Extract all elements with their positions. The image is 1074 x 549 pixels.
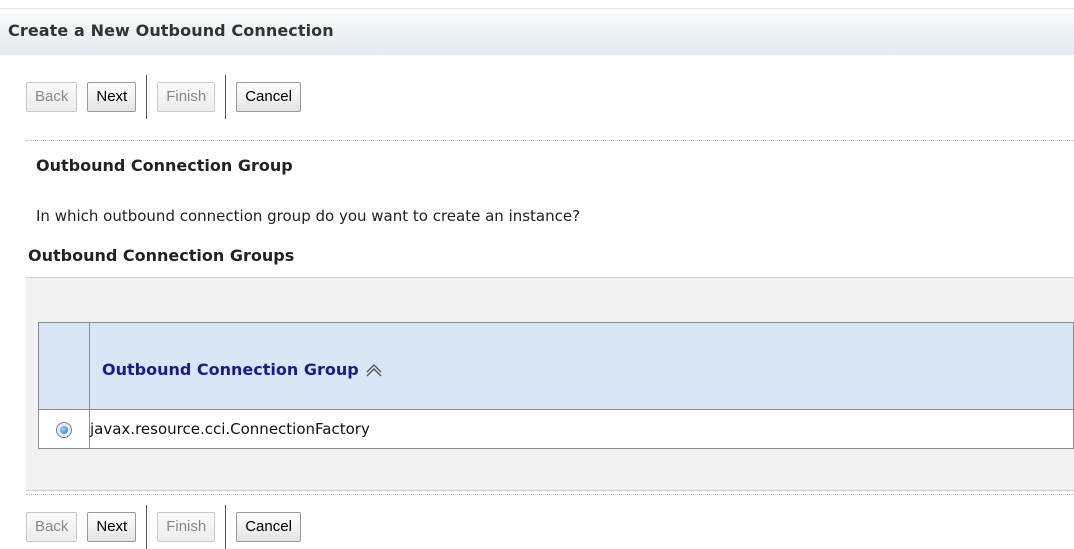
divider xyxy=(26,140,1074,141)
divider xyxy=(26,494,1074,495)
cancel-button[interactable]: Cancel xyxy=(236,82,301,112)
button-separator xyxy=(146,75,148,119)
row-select-cell[interactable] xyxy=(38,409,90,449)
table-title: Outbound Connection Groups xyxy=(28,246,295,265)
page-title: Create a New Outbound Connection xyxy=(8,21,334,40)
selection-column-header xyxy=(38,322,90,410)
sort-ascending-icon[interactable] xyxy=(364,362,384,377)
button-separator xyxy=(225,75,227,119)
back-button[interactable]: Back xyxy=(26,82,78,112)
next-button[interactable]: Next xyxy=(87,82,137,112)
section-title: Outbound Connection Group xyxy=(36,156,293,175)
column-header-outbound-connection-group[interactable]: Outbound Connection Group xyxy=(89,322,1074,410)
outbound-groups-table: Outbound Connection Group javax.resource… xyxy=(38,322,1074,449)
row-value: javax.resource.cci.ConnectionFactory xyxy=(89,409,1074,449)
finish-button[interactable]: Finish xyxy=(157,82,216,112)
back-button[interactable]: Back xyxy=(26,512,78,542)
cancel-button[interactable]: Cancel xyxy=(236,512,301,542)
instruction-text: In which outbound connection group do yo… xyxy=(36,207,581,225)
top-button-row: Back Next Finish Cancel xyxy=(26,75,311,119)
button-separator xyxy=(146,505,148,549)
column-header-label: Outbound Connection Group xyxy=(102,359,359,379)
next-button[interactable]: Next xyxy=(87,512,137,542)
finish-button[interactable]: Finish xyxy=(157,512,216,542)
title-bar: Create a New Outbound Connection xyxy=(0,8,1074,55)
button-separator xyxy=(225,505,227,549)
table-row[interactable]: javax.resource.cci.ConnectionFactory xyxy=(38,409,1074,449)
bottom-button-row: Back Next Finish Cancel xyxy=(26,505,311,549)
row-radio-button[interactable] xyxy=(56,422,72,438)
